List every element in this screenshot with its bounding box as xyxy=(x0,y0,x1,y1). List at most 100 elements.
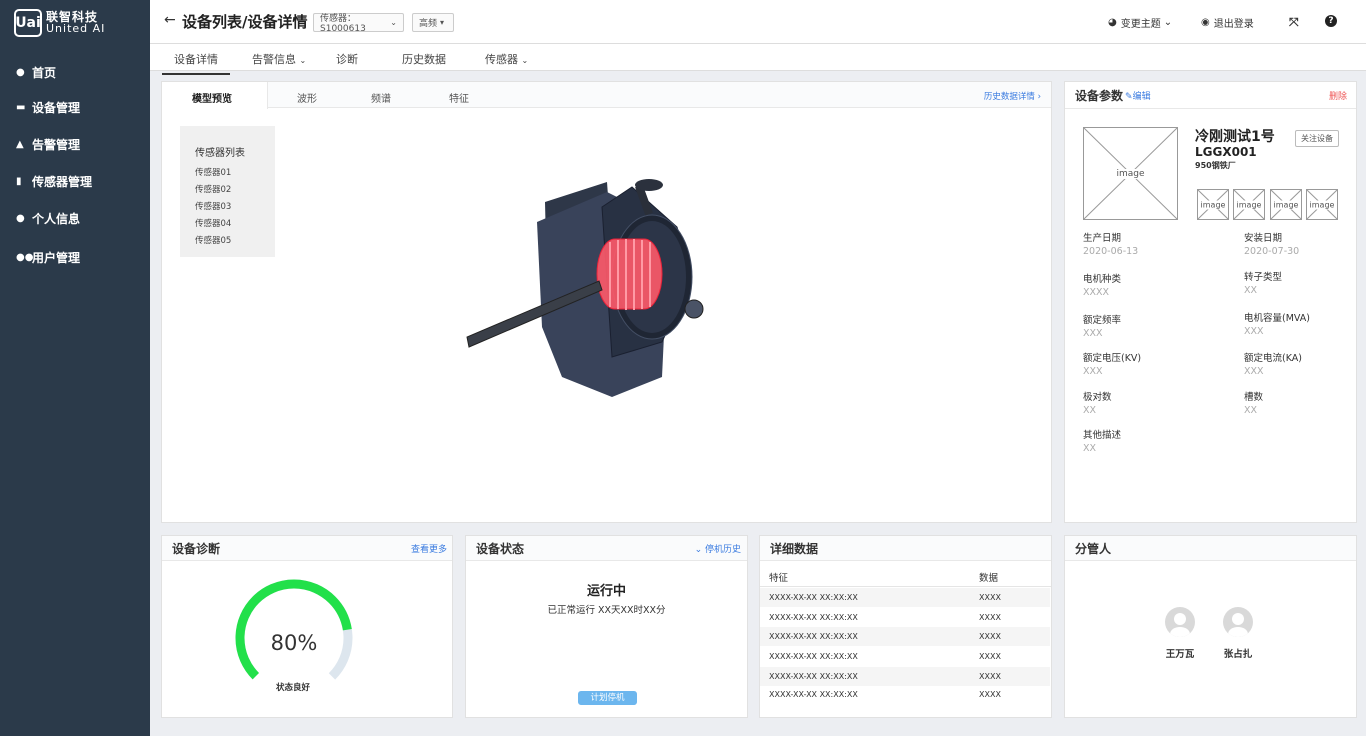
param-label: 转子类型 xyxy=(1244,272,1283,283)
device-image: image xyxy=(1083,127,1178,220)
logout-button[interactable]: ◉ 退出登录 xyxy=(1201,15,1254,30)
user-icon: ● xyxy=(16,213,25,224)
param-value: 2020-06-13 xyxy=(1083,246,1139,257)
param-value: XXX xyxy=(1083,328,1103,339)
sensor-list-panel: 传感器列表 传感器01 传感器02 传感器03 传感器04 传感器05 xyxy=(180,126,275,257)
table-cell: XXXX xyxy=(979,672,1001,681)
fullscreen-icon[interactable]: ⤧ xyxy=(1289,15,1299,30)
freq-select[interactable]: 高频 ▾ xyxy=(412,13,454,32)
device-factory: 950钢铁厂 xyxy=(1195,161,1236,170)
status-title: 设备状态 xyxy=(476,541,525,556)
table-cell: XXXX xyxy=(979,652,1001,661)
tab-model-preview[interactable]: 模型预览 xyxy=(192,90,232,105)
image-label: image xyxy=(1307,200,1337,209)
sensor-select-value: 传感器：S1000613 xyxy=(320,14,366,34)
param-label: 生产日期 xyxy=(1083,233,1122,244)
health-percent: 80% xyxy=(270,631,318,655)
history-detail-link[interactable]: 历史数据详情 › xyxy=(984,90,1041,102)
theme-button[interactable]: ◕ 变更主题 ⌄ xyxy=(1108,15,1172,30)
tab-sensor[interactable]: 传感器 ⌄ xyxy=(485,51,528,67)
tab-diagnosis[interactable]: 诊断 xyxy=(336,51,358,67)
param-value: XXXX xyxy=(1083,287,1110,298)
sensor-list-title: 传感器列表 xyxy=(195,148,245,159)
top-bar: ← 设备列表/设备详情 传感器：S1000613 ⌄ 高频 ▾ ◕ 变更主题 ⌄ ◉ 退出… xyxy=(150,0,1366,44)
nav-label: 首页 xyxy=(32,66,57,80)
param-label: 额定电压(KV) xyxy=(1083,353,1142,364)
param-label: 额定电流(KA) xyxy=(1244,353,1302,364)
param-value: 2020-07-30 xyxy=(1244,246,1300,257)
thumbnail-image[interactable]: image xyxy=(1233,189,1265,220)
table-row: XXXX-XX-XX XX:XX:XX XXXX xyxy=(760,685,1050,704)
logo-en: United AI xyxy=(46,22,106,35)
tab-waveform[interactable]: 波形 xyxy=(297,90,317,105)
param-value: XX xyxy=(1083,443,1097,454)
view-more-link[interactable]: 查看更多 xyxy=(411,542,447,555)
plan-shutdown-button[interactable]: 计划停机 xyxy=(578,691,637,705)
sensor-item[interactable]: 传感器02 xyxy=(195,183,231,195)
folder-icon: ▬ xyxy=(16,102,26,113)
motor-3d-model[interactable] xyxy=(462,177,762,402)
param-label: 安装日期 xyxy=(1244,233,1283,244)
help-icon[interactable]: ? xyxy=(1325,15,1337,27)
avatar[interactable] xyxy=(1223,607,1253,637)
history-detail-label: 历史数据详情 xyxy=(983,92,1035,102)
users-icon: ●● xyxy=(16,252,34,263)
avatar[interactable] xyxy=(1165,607,1195,637)
image-label: image xyxy=(1271,200,1301,209)
chevron-right-icon: › xyxy=(1037,92,1041,102)
device-params-card: 设备参数 ✎编辑 删除 image 冷刚测试1号 LGGX001 950钢铁厂 … xyxy=(1064,81,1357,523)
map-pin-icon: ● xyxy=(16,67,25,78)
shutdown-history-label: 停机历史 xyxy=(704,544,741,555)
sensor-item[interactable]: 传感器01 xyxy=(195,166,231,178)
chevron-down-icon: ⌄ xyxy=(1163,17,1173,28)
nav-profile[interactable]: ● 个人信息 xyxy=(16,210,80,227)
param-value: XX xyxy=(1244,285,1258,296)
managers-card: 分管人 王万瓦 张占扎 xyxy=(1064,535,1357,718)
main-tabs: 设备详情 告警信息 ⌄ 诊断 历史数据 传感器 ⌄ xyxy=(150,44,1366,75)
edit-label: 编辑 xyxy=(1132,91,1151,102)
param-value: XXX xyxy=(1244,366,1264,377)
tab-feature[interactable]: 特征 xyxy=(449,90,469,105)
sidebar: Uai 联智科技 United AI ● 首页 ▬ 设备管理 ▲ 告警管理 ▮ 传感器管… xyxy=(0,0,150,736)
param-value: XXX xyxy=(1244,326,1264,337)
sensor-select[interactable]: 传感器：S1000613 ⌄ xyxy=(313,13,404,34)
nav-users[interactable]: ●● 用户管理 xyxy=(16,249,80,266)
follow-device-button[interactable]: 关注设备 xyxy=(1295,130,1339,147)
nav-home[interactable]: ● 首页 xyxy=(16,64,56,81)
table-row: XXXX-XX-XX XX:XX:XX XXXX xyxy=(760,627,1050,646)
nav-label: 传感器管理 xyxy=(32,175,93,189)
tab-alarm[interactable]: 告警信息 ⌄ xyxy=(252,51,306,67)
param-label: 槽数 xyxy=(1244,392,1264,403)
back-arrow-icon[interactable]: ← xyxy=(164,12,176,28)
freq-select-value: 高频 xyxy=(419,19,438,29)
column-header: 数据 xyxy=(979,573,999,584)
sensor-item[interactable]: 传感器05 xyxy=(195,234,231,246)
chevron-down-icon: ⌄ xyxy=(694,544,703,555)
image-label: image xyxy=(1234,200,1264,209)
thumbnail-image[interactable]: image xyxy=(1306,189,1338,220)
sensor-item[interactable]: 传感器03 xyxy=(195,200,231,212)
thumbnail-image[interactable]: image xyxy=(1197,189,1229,220)
nav-sensor[interactable]: ▮ 传感器管理 xyxy=(16,173,92,190)
logo[interactable]: Uai 联智科技 United AI xyxy=(14,9,105,37)
thumbnail-image[interactable]: image xyxy=(1270,189,1302,220)
logout-label: 退出登录 xyxy=(1213,19,1254,30)
tab-spectrum[interactable]: 频谱 xyxy=(371,90,391,105)
tab-history[interactable]: 历史数据 xyxy=(402,51,446,67)
chevron-down-icon: ⌄ xyxy=(299,56,307,65)
tab-device-detail[interactable]: 设备详情 xyxy=(162,51,230,75)
shutdown-history-link[interactable]: ⌄ 停机历史 xyxy=(695,542,741,555)
delete-link[interactable]: 删除 xyxy=(1329,89,1347,102)
table-row: XXXX-XX-XX XX:XX:XX XXXX xyxy=(760,647,1050,666)
param-label: 电机容量(MVA) xyxy=(1244,313,1310,324)
edit-link[interactable]: ✎编辑 xyxy=(1125,89,1151,102)
nav-device[interactable]: ▬ 设备管理 xyxy=(16,99,80,116)
managers-title: 分管人 xyxy=(1075,541,1112,556)
nav-label: 用户管理 xyxy=(32,251,81,265)
theme-label: 变更主题 xyxy=(1120,19,1161,30)
nav-alarm[interactable]: ▲ 告警管理 xyxy=(16,136,80,153)
detail-title: 详细数据 xyxy=(770,541,819,556)
nav-label: 设备管理 xyxy=(32,101,81,115)
table-cell: XXXX xyxy=(979,632,1001,641)
sensor-item[interactable]: 传感器04 xyxy=(195,217,231,229)
